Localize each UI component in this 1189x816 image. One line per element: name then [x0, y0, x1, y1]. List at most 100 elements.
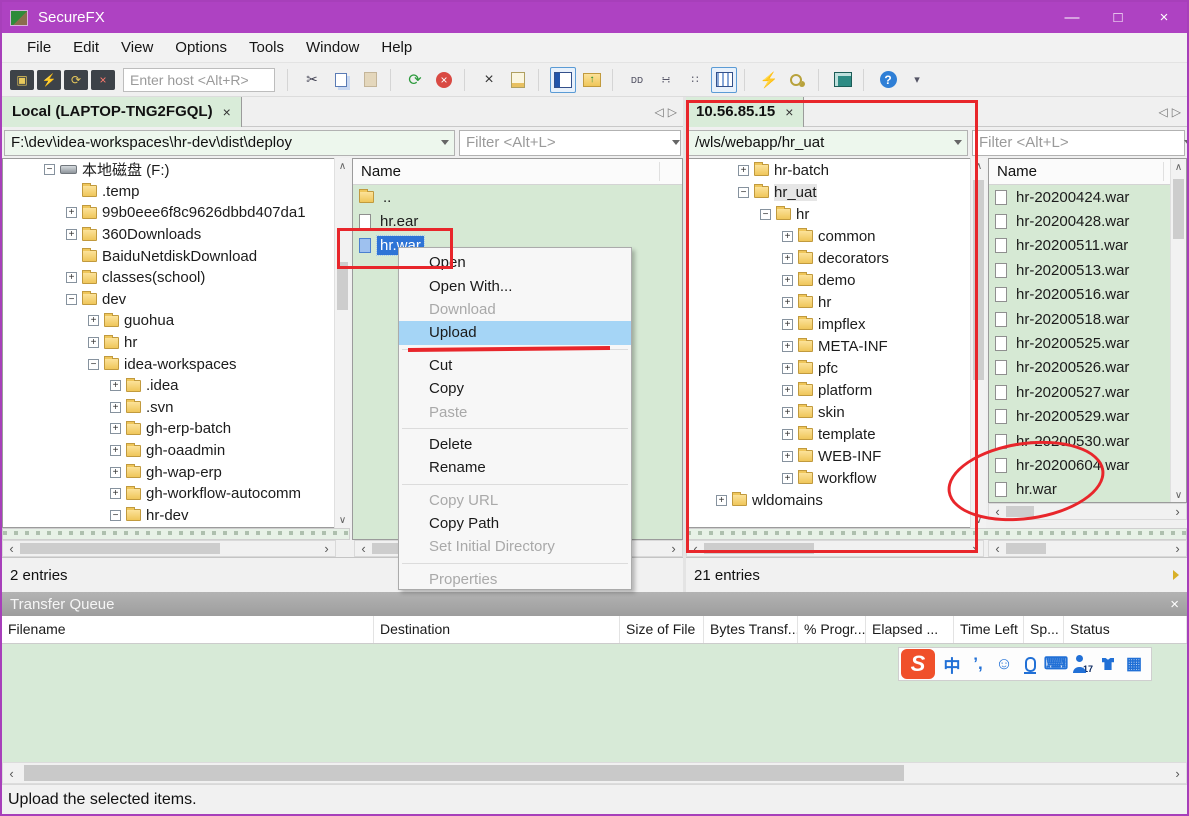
- maximize-button[interactable]: □: [1095, 2, 1141, 33]
- file-row[interactable]: hr-20200516.war: [989, 283, 1169, 307]
- minimize-button[interactable]: —: [1049, 2, 1095, 33]
- tree-expander-icon[interactable]: +: [110, 380, 121, 392]
- file-row[interactable]: hr-20200527.war: [989, 380, 1169, 404]
- properties-icon[interactable]: [505, 67, 531, 93]
- list-view-icon[interactable]: ∺: [653, 67, 679, 93]
- transfer-ascii-icon[interactable]: ᴅᴅ: [624, 67, 650, 93]
- tree-expander-icon[interactable]: +: [110, 466, 121, 478]
- name-column-header[interactable]: Name: [353, 159, 682, 185]
- file-row[interactable]: hr-20200526.war: [989, 356, 1169, 380]
- menu-view[interactable]: View: [110, 33, 164, 62]
- context-menu-item[interactable]: Copy Path: [399, 512, 631, 535]
- queue-column-header[interactable]: Bytes Transf...: [704, 616, 798, 643]
- tree-expander-icon[interactable]: +: [782, 472, 793, 484]
- queue-column-header[interactable]: Destination: [374, 616, 620, 643]
- tree-expander-icon[interactable]: +: [110, 488, 121, 500]
- file-row[interactable]: hr-20200530.war: [989, 429, 1169, 453]
- context-menu-item[interactable]: Copy URL: [399, 489, 631, 512]
- scroll-thumb[interactable]: [1006, 543, 1046, 554]
- punctuation-icon[interactable]: ’,: [965, 650, 991, 678]
- soft-keyboard-icon[interactable]: ⌨: [1043, 650, 1069, 678]
- tree-expander-icon[interactable]: +: [782, 406, 793, 418]
- scroll-thumb[interactable]: [24, 765, 904, 781]
- tree-expander-icon[interactable]: +: [716, 494, 727, 506]
- tree-expander-icon[interactable]: −: [44, 164, 55, 176]
- file-row[interactable]: hr-20200604.war: [989, 453, 1169, 477]
- tree-item[interactable]: + platform: [687, 379, 985, 401]
- chinese-mode-icon[interactable]: 中: [939, 650, 965, 678]
- menu-edit[interactable]: Edit: [62, 33, 110, 62]
- remote-tree-hscrollbar[interactable]: ‹ ›: [686, 540, 984, 557]
- queue-column-header[interactable]: Time Left: [954, 616, 1024, 643]
- tree-item[interactable]: + gh-erp-batch: [3, 418, 349, 440]
- scroll-thumb[interactable]: [20, 543, 220, 554]
- scroll-down-icon[interactable]: ∨: [971, 512, 986, 528]
- queue-column-header[interactable]: Filename: [2, 616, 374, 643]
- file-row[interactable]: hr-20200529.war: [989, 405, 1169, 429]
- file-row[interactable]: hr.war: [989, 478, 1169, 502]
- tab-scroll-left-icon[interactable]: ◁: [1159, 105, 1168, 119]
- file-row[interactable]: hr-20200518.war: [989, 307, 1169, 331]
- tree-expander-icon[interactable]: +: [66, 272, 77, 284]
- tree-item[interactable]: .temp: [3, 181, 349, 203]
- synchronize-icon[interactable]: ⚡: [756, 67, 782, 93]
- tree-item[interactable]: − hr_uat: [687, 181, 985, 203]
- tab-local[interactable]: Local (LAPTOP-TNG2FGQL) ×: [2, 96, 242, 127]
- name-column-header[interactable]: Name: [989, 159, 1186, 185]
- scroll-right-icon[interactable]: ›: [1169, 504, 1186, 519]
- remote-path-input[interactable]: [689, 134, 949, 151]
- scroll-right-icon[interactable]: ›: [318, 541, 335, 556]
- tree-item[interactable]: + classes(school): [3, 267, 349, 289]
- copy-icon[interactable]: [328, 67, 354, 93]
- tree-item[interactable]: + wldomains: [687, 489, 985, 511]
- context-menu-item[interactable]: Cut: [399, 354, 631, 377]
- local-tree-vscrollbar[interactable]: ∧ ∨: [334, 158, 350, 528]
- local-filter-input[interactable]: [460, 134, 671, 151]
- tree-item[interactable]: + hr: [3, 332, 349, 354]
- tree-item[interactable]: + 99b0eee6f8c9626dbbd407da1: [3, 202, 349, 224]
- scroll-thumb[interactable]: [1006, 506, 1034, 517]
- context-menu-item[interactable]: Delete: [399, 433, 631, 456]
- details-view-icon[interactable]: [711, 66, 737, 93]
- scroll-left-icon[interactable]: ‹: [355, 541, 372, 556]
- queue-column-header[interactable]: Elapsed ...: [866, 616, 954, 643]
- scroll-up-icon[interactable]: ∧: [335, 158, 350, 174]
- tree-item[interactable]: + META-INF: [687, 335, 985, 357]
- scroll-left-icon[interactable]: ‹: [3, 541, 20, 556]
- scroll-thumb[interactable]: [1173, 179, 1184, 239]
- tree-item[interactable]: + skin: [687, 401, 985, 423]
- host-input[interactable]: [123, 67, 275, 92]
- tree-item[interactable]: − hr-dev: [3, 505, 349, 527]
- local-path-input[interactable]: [5, 134, 436, 151]
- queue-column-header[interactable]: Status: [1064, 616, 1187, 643]
- login-badge-icon[interactable]: 17: [1069, 650, 1095, 678]
- scroll-right-icon[interactable]: ›: [1169, 541, 1186, 556]
- scroll-down-icon[interactable]: ∨: [335, 512, 350, 528]
- tree-item[interactable]: + impflex: [687, 313, 985, 335]
- context-menu-item[interactable]: Set Initial Directory: [399, 535, 631, 558]
- context-menu-item[interactable]: Properties: [399, 568, 631, 591]
- tree-expander-icon[interactable]: +: [782, 230, 793, 242]
- tab-scroll-left-icon[interactable]: ◁: [655, 105, 664, 119]
- scroll-left-icon[interactable]: ‹: [687, 541, 704, 556]
- tree-expander-icon[interactable]: +: [66, 229, 77, 241]
- connect-dialog-icon[interactable]: ▣: [10, 69, 34, 90]
- context-menu-item[interactable]: Rename: [399, 456, 631, 479]
- tree-item[interactable]: + hr: [687, 291, 985, 313]
- tree-expander-icon[interactable]: +: [88, 315, 99, 327]
- skin-icon[interactable]: [1095, 650, 1121, 678]
- delete-icon[interactable]: ×: [476, 67, 502, 93]
- tree-item[interactable]: + common: [687, 225, 985, 247]
- toolbar-overflow-icon[interactable]: ▾: [904, 67, 930, 93]
- dropdown-arrow-icon[interactable]: [436, 136, 454, 149]
- refresh-icon[interactable]: ⟳: [402, 67, 428, 93]
- scroll-left-icon[interactable]: ‹: [3, 763, 20, 783]
- tree-expander-icon[interactable]: −: [88, 358, 99, 370]
- scroll-thumb[interactable]: [704, 543, 814, 554]
- menu-options[interactable]: Options: [164, 33, 238, 62]
- tree-expander-icon[interactable]: −: [738, 186, 749, 198]
- menu-tools[interactable]: Tools: [238, 33, 295, 62]
- sogou-logo-icon[interactable]: S: [901, 649, 935, 679]
- file-row[interactable]: hr-20200428.war: [989, 209, 1169, 233]
- tree-expander-icon[interactable]: +: [782, 450, 793, 462]
